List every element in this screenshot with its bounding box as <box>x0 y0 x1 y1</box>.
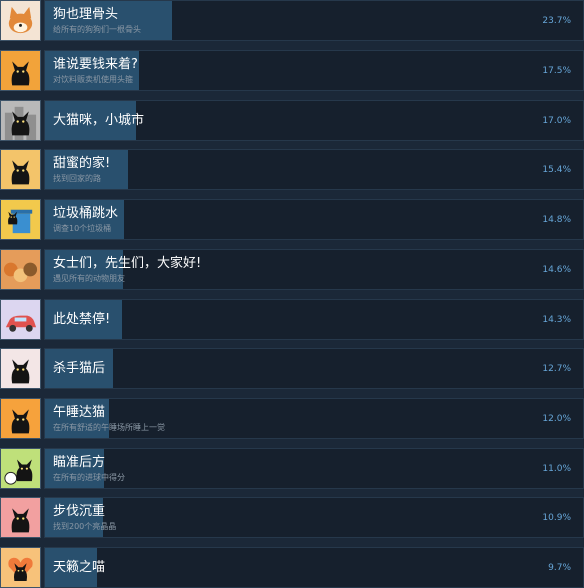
achievement-title: 女士们，先生们，大家好! <box>53 256 202 271</box>
cat-soccer-icon <box>0 448 41 489</box>
achievement-row[interactable]: 垃圾桶跳水调查10个垃圾桶 14.8% <box>0 199 584 244</box>
achievement-row[interactable]: 此处禁停! 14.3% <box>0 299 584 344</box>
progress-track: 此处禁停! 14.3% <box>44 299 584 340</box>
achievement-row[interactable]: 谁说要钱来着? 对饮料贩卖机使用头箍 17.5% <box>0 50 584 95</box>
achievement-list: 狗也理骨头给所有的狗狗们一根骨头 23.7% 谁说要钱来着? 对饮料贩卖机使用头箍 17… <box>0 0 584 588</box>
achievement-title: 此处禁停! <box>53 312 111 327</box>
achievement-title: 大猫咪，小城市 <box>53 113 145 128</box>
achievement-row[interactable]: 甜蜜的家! 找到回家的路 15.4% <box>0 149 584 194</box>
achievement-description: 遇见所有的动物朋友 <box>53 274 125 283</box>
progress-track: 瞄准后方在所有的进球中得分 11.0% <box>44 448 584 489</box>
achievement-title: 天籁之喵 <box>53 560 106 575</box>
achievement-row[interactable]: 午睡达猫在所有舒适的午睡场所睡上一觉 12.0% <box>0 398 584 443</box>
unlock-percentage: 23.7% <box>542 16 571 26</box>
progress-track: 甜蜜的家! 找到回家的路 15.4% <box>44 149 584 190</box>
animal-friends-icon <box>0 249 41 290</box>
progress-track: 大猫咪，小城市 17.0% <box>44 100 584 141</box>
achievement-row[interactable]: 大猫咪，小城市 17.0% <box>0 100 584 145</box>
achievement-row[interactable]: 杀手猫后 12.7% <box>0 348 584 393</box>
progress-track: 垃圾桶跳水调查10个垃圾桶 14.8% <box>44 199 584 240</box>
achievement-description: 调查10个垃圾桶 <box>53 224 112 233</box>
achievement-title: 瞄准后方 <box>53 455 106 470</box>
unlock-percentage: 17.0% <box>542 116 571 126</box>
unlock-percentage: 10.9% <box>542 513 571 523</box>
cat-nap-icon <box>0 398 41 439</box>
achievement-title: 杀手猫后 <box>53 361 106 376</box>
cat-vending-icon <box>0 50 41 91</box>
trash-bin-icon <box>0 199 41 240</box>
cat-heart-icon <box>0 547 41 588</box>
progress-track: 午睡达猫在所有舒适的午睡场所睡上一觉 12.0% <box>44 398 584 439</box>
achievement-description: 对饮料贩卖机使用头箍 <box>53 75 133 84</box>
unlock-percentage: 12.7% <box>542 364 571 374</box>
achievement-row[interactable]: 步伐沉重找到200个亮晶晶 10.9% <box>0 497 584 542</box>
achievement-title: 步伐沉重 <box>53 504 106 519</box>
achievement-row[interactable]: 瞄准后方在所有的进球中得分 11.0% <box>0 448 584 493</box>
progress-track: 狗也理骨头给所有的狗狗们一根骨头 23.7% <box>44 0 584 41</box>
unlock-percentage: 14.8% <box>542 215 571 225</box>
cat-home-icon <box>0 149 41 190</box>
progress-track: 天籁之喵 9.7% <box>44 547 584 588</box>
cat-killer-icon <box>0 348 41 389</box>
achievement-description: 在所有的进球中得分 <box>53 473 125 482</box>
progress-track: 杀手猫后 12.7% <box>44 348 584 389</box>
achievement-row[interactable]: 天籁之喵 9.7% <box>0 547 584 588</box>
achievement-description: 找到200个亮晶晶 <box>53 522 117 531</box>
achievement-description: 找到回家的路 <box>53 174 101 183</box>
achievement-description: 在所有舒适的午睡场所睡上一觉 <box>53 423 165 432</box>
achievement-title: 谁说要钱来着? <box>53 57 138 72</box>
unlock-percentage: 11.0% <box>542 464 571 474</box>
achievement-row[interactable]: 狗也理骨头给所有的狗狗们一根骨头 23.7% <box>0 0 584 45</box>
cat-shine-icon <box>0 497 41 538</box>
unlock-percentage: 14.6% <box>542 265 571 275</box>
unlock-percentage: 14.3% <box>542 315 571 325</box>
progress-track: 女士们，先生们，大家好! 遇见所有的动物朋友 14.6% <box>44 249 584 290</box>
unlock-percentage: 15.4% <box>542 165 571 175</box>
achievement-description: 给所有的狗狗们一根骨头 <box>53 25 141 34</box>
shiba-dog-icon <box>0 0 41 41</box>
cat-city-icon <box>0 100 41 141</box>
unlock-percentage: 17.5% <box>542 66 571 76</box>
unlock-percentage: 9.7% <box>548 563 571 573</box>
unlock-percentage: 12.0% <box>542 414 571 424</box>
achievement-title: 狗也理骨头 <box>53 7 119 22</box>
achievement-title: 甜蜜的家! <box>53 156 111 171</box>
car-icon <box>0 299 41 340</box>
progress-track: 步伐沉重找到200个亮晶晶 10.9% <box>44 497 584 538</box>
achievement-row[interactable]: 女士们，先生们，大家好! 遇见所有的动物朋友 14.6% <box>0 249 584 294</box>
progress-track: 谁说要钱来着? 对饮料贩卖机使用头箍 17.5% <box>44 50 584 91</box>
achievement-title: 午睡达猫 <box>53 405 106 420</box>
achievement-title: 垃圾桶跳水 <box>53 206 119 221</box>
